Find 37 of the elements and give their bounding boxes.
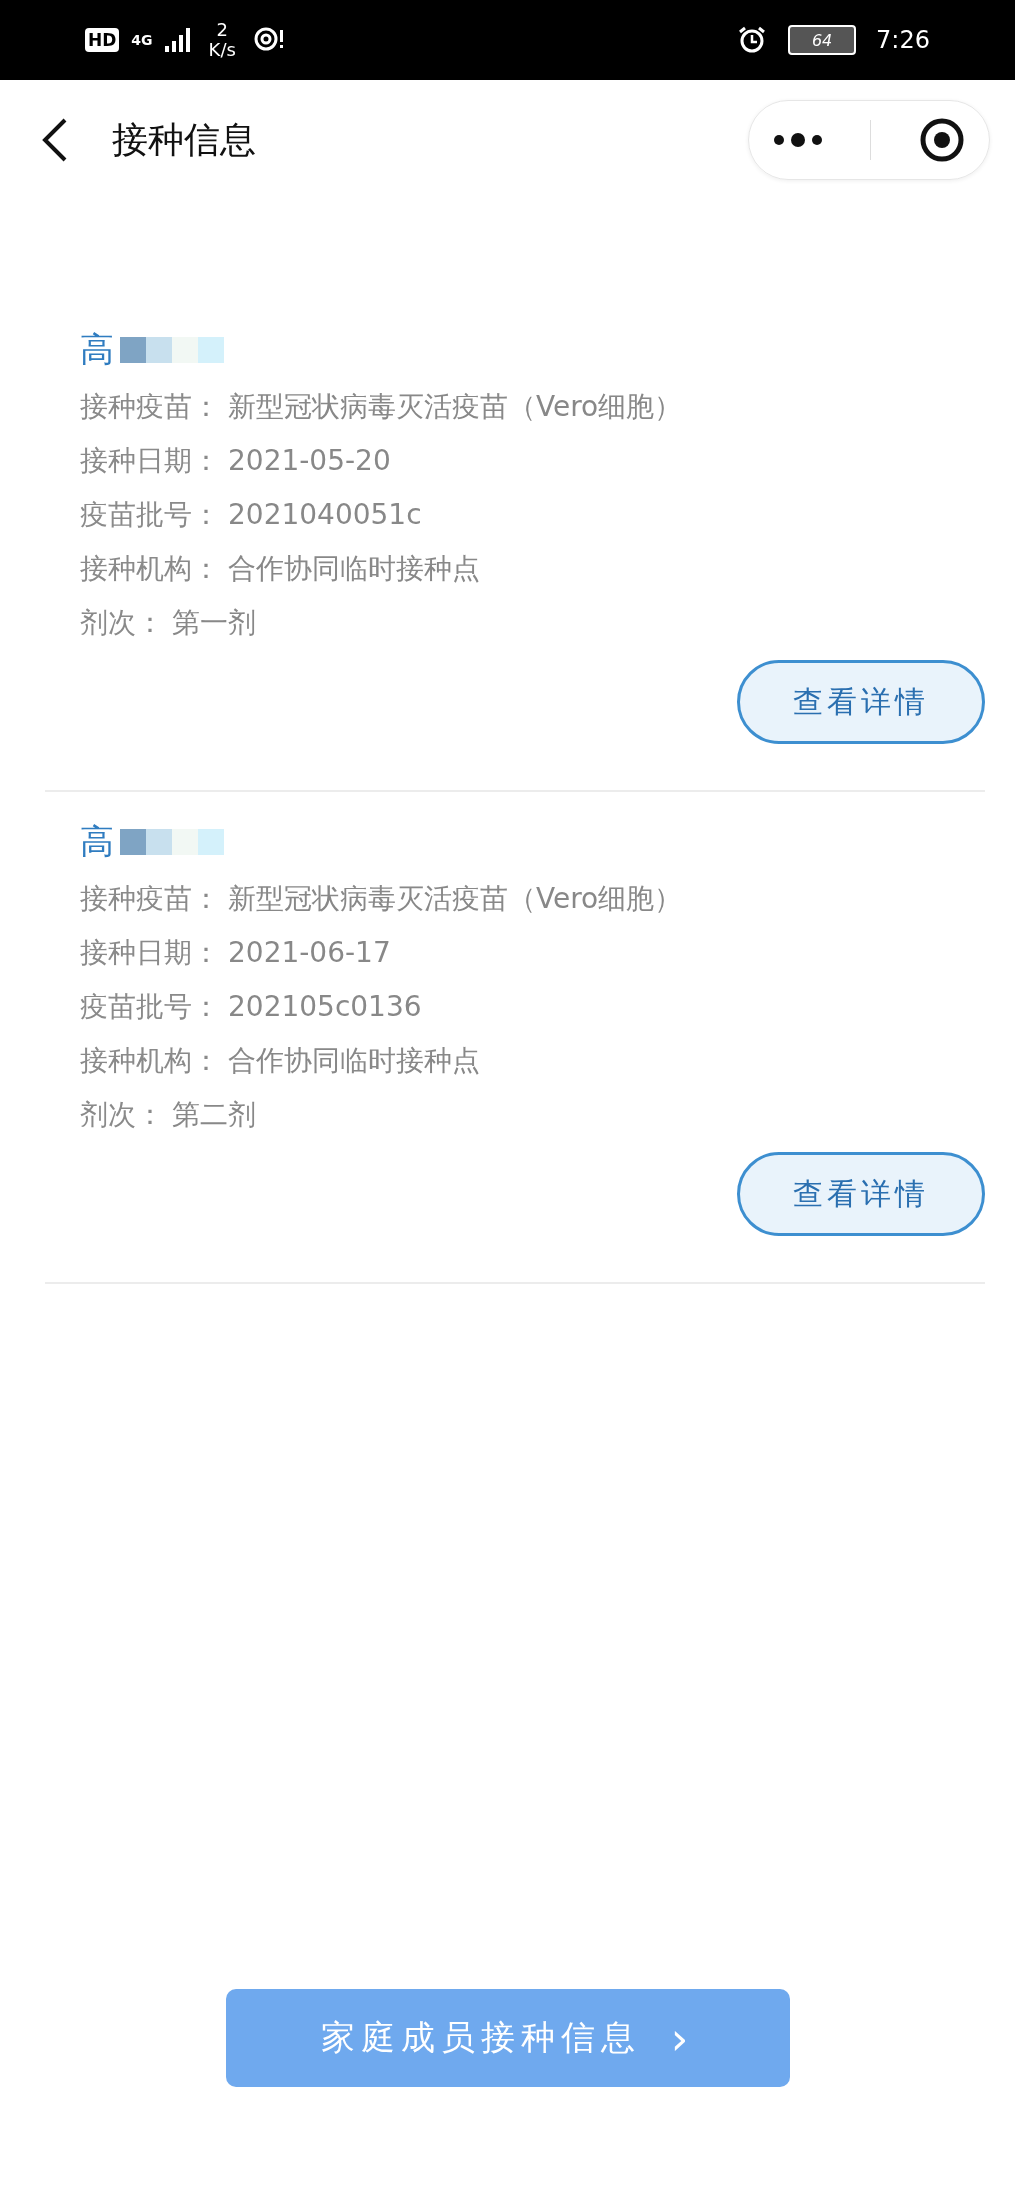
speed-unit: K/s (208, 40, 236, 60)
field-value: 新型冠状病毒灭活疫苗（Vero细胞） (228, 882, 683, 915)
field-value: 新型冠状病毒灭活疫苗（Vero细胞） (228, 390, 683, 423)
field-label: 疫苗批号： (80, 498, 220, 531)
alarm-icon (738, 26, 767, 54)
details-button[interactable]: 查看详情 (737, 1152, 985, 1236)
field-value: 2021040051c (228, 498, 422, 531)
field-label: 接种机构： (80, 552, 220, 585)
network-label: 4G (131, 32, 153, 48)
person-name: 高 (80, 820, 114, 863)
field-label: 接种日期： (80, 444, 220, 477)
field-value: 合作协同临时接种点 (228, 552, 480, 585)
field-value: 202105c0136 (228, 990, 422, 1023)
field-label: 剂次： (80, 1098, 164, 1131)
field-value: 第一剂 (172, 606, 256, 639)
speed-value: 2 (216, 20, 228, 40)
field-value: 2021-06-17 (228, 936, 391, 969)
field-label: 剂次： (80, 606, 164, 639)
more-icon[interactable] (772, 132, 823, 148)
person-name: 高 (80, 328, 114, 371)
field-label: 接种疫苗： (80, 390, 220, 423)
field-label: 接种机构： (80, 1044, 220, 1077)
back-icon[interactable] (42, 118, 68, 162)
hd-icon: HD (85, 28, 120, 52)
clock-time: 7:26 (876, 26, 930, 54)
family-members-button[interactable]: 家庭成员接种信息 › (225, 1989, 790, 2087)
field-label: 接种疫苗： (80, 882, 220, 915)
field-value: 合作协同临时接种点 (228, 1044, 480, 1077)
field-label: 疫苗批号： (80, 990, 220, 1023)
battery-icon: 64 (788, 25, 857, 55)
signal-icon (164, 28, 191, 52)
field-value: 第二剂 (172, 1098, 256, 1131)
close-icon[interactable] (919, 117, 966, 163)
field-value: 2021-05-20 (228, 444, 391, 477)
page-title: 接种信息 (112, 117, 257, 162)
details-button[interactable]: 查看详情 (737, 660, 985, 744)
field-label: 接种日期： (80, 936, 220, 969)
